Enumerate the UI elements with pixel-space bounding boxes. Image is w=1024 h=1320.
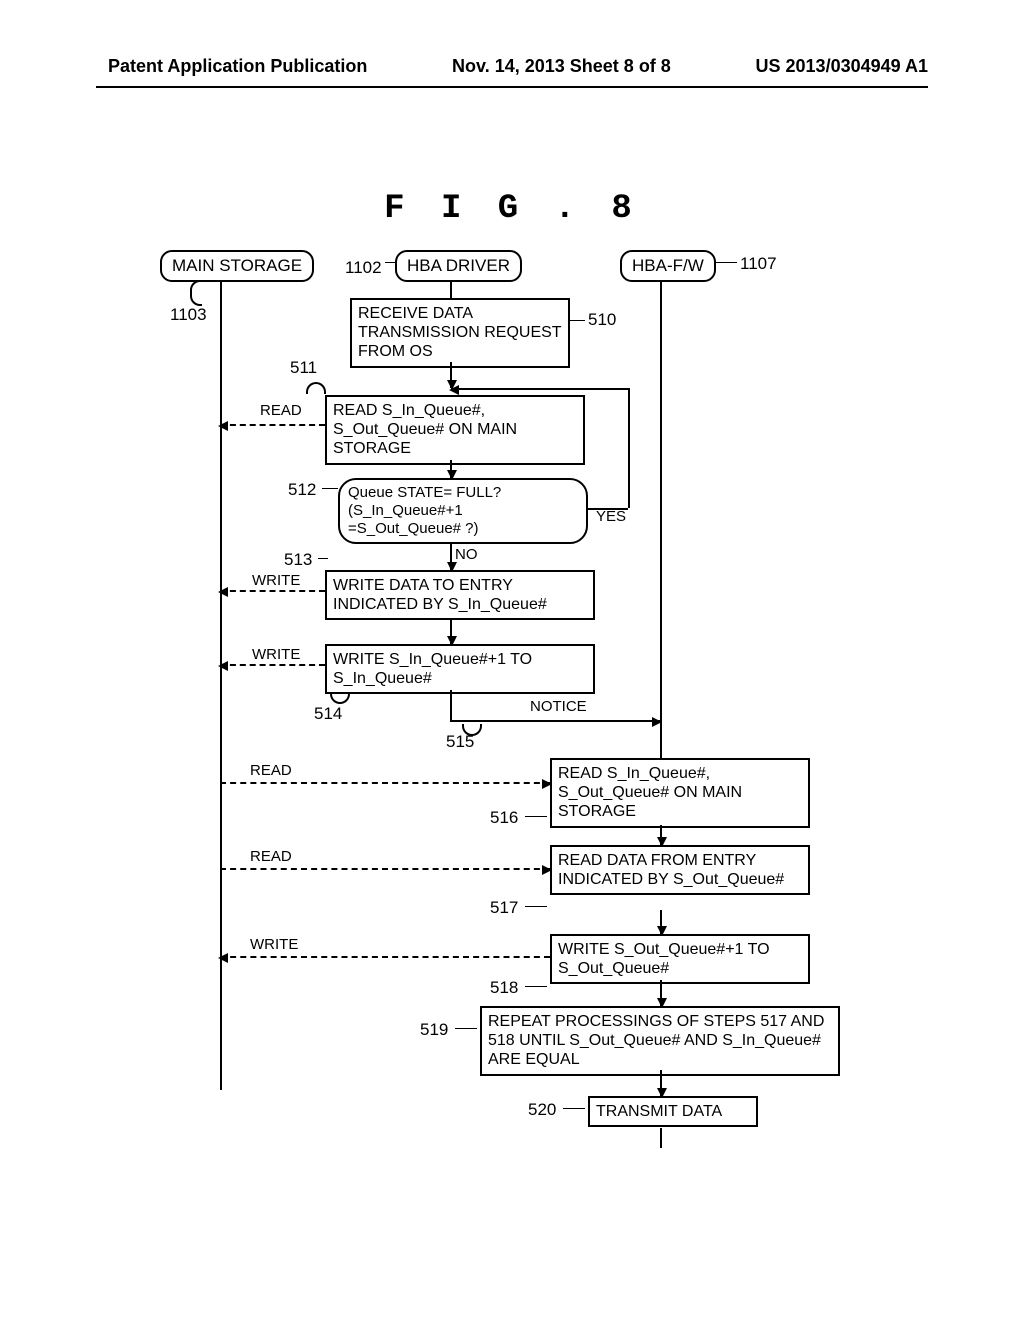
leader-519 (455, 1028, 477, 1029)
edge-513-514 (450, 618, 452, 644)
edge-512-yes-h (588, 508, 628, 510)
msg-516-read (220, 782, 550, 784)
op-513: WRITE (252, 572, 300, 589)
leader-513 (318, 558, 328, 559)
op-511: READ (260, 402, 302, 419)
leader-520 (563, 1108, 585, 1109)
lane-main-storage: MAIN STORAGE (160, 250, 314, 282)
edge-517-518 (660, 910, 662, 934)
ref-512: 512 (288, 480, 316, 500)
edge-514-515v (450, 690, 452, 720)
lifeline-hba-driver-top (450, 280, 452, 300)
header-left: Patent Application Publication (108, 56, 367, 77)
ref-517: 517 (490, 898, 518, 918)
msg-517-read (220, 868, 550, 870)
lbl-notice: NOTICE (530, 698, 587, 715)
step-512: Queue STATE= FULL? (S_In_Queue#+1 =S_Out… (338, 478, 588, 544)
page-header: Patent Application Publication Nov. 14, … (0, 56, 1024, 77)
ref-520: 520 (528, 1100, 556, 1120)
leader-516 (525, 816, 547, 817)
ref-510: 510 (588, 310, 616, 330)
ref-514: 514 (314, 704, 342, 724)
step-510: RECEIVE DATA TRANSMISSION REQUEST FROM O… (350, 298, 570, 368)
lbl-yes: YES (596, 508, 626, 525)
ref-516: 516 (490, 808, 518, 828)
op-516: READ (250, 762, 292, 779)
leader-1102 (385, 262, 397, 263)
msg-513-write (220, 590, 325, 592)
leader-518 (525, 986, 547, 987)
step-519: REPEAT PROCESSINGS OF STEPS 517 AND 518 … (480, 1006, 840, 1076)
lifeline-main-storage (220, 280, 222, 1090)
edge-511-512 (450, 460, 452, 478)
edge-520-end (660, 1128, 662, 1148)
lbl-no: NO (455, 546, 478, 563)
ref-511: 511 (290, 358, 317, 378)
msg-514-write (220, 664, 325, 666)
ref-518: 518 (490, 978, 518, 998)
ref-1102: 1102 (345, 258, 382, 278)
ref-1103: 1103 (170, 305, 207, 325)
header-center: Nov. 14, 2013 Sheet 8 of 8 (452, 56, 671, 77)
brace-1103 (190, 280, 202, 306)
ref-1107: 1107 (740, 254, 777, 274)
step-518: WRITE S_Out_Queue#+1 TO S_Out_Queue# (550, 934, 810, 984)
step-520: TRANSMIT DATA (588, 1096, 758, 1127)
leader-512 (322, 488, 338, 489)
ref-519: 519 (420, 1020, 448, 1040)
op-517: READ (250, 848, 292, 865)
brace-514 (330, 692, 350, 704)
edge-512-513 (450, 544, 452, 570)
msg-511-read (220, 424, 325, 426)
edge-512-yes-back (451, 388, 629, 390)
figure-title: F I G . 8 (0, 190, 1024, 228)
step-513: WRITE DATA TO ENTRY INDICATED BY S_In_Qu… (325, 570, 595, 620)
edge-519-520 (660, 1070, 662, 1096)
edge-512-yes-v (628, 388, 630, 508)
brace-511 (306, 382, 326, 394)
page: Patent Application Publication Nov. 14, … (0, 0, 1024, 1320)
header-rule (96, 86, 928, 88)
edge-516-517 (660, 825, 662, 845)
op-518: WRITE (250, 936, 298, 953)
op-514: WRITE (252, 646, 300, 663)
step-511: READ S_In_Queue#, S_Out_Queue# ON MAIN S… (325, 395, 585, 465)
edge-518-519 (660, 980, 662, 1006)
step-516: READ S_In_Queue#, S_Out_Queue# ON MAIN S… (550, 758, 810, 828)
msg-518-write (220, 956, 550, 958)
leader-1107 (715, 262, 737, 263)
flow-diagram: MAIN STORAGE HBA DRIVER HBA-F/W 1102 110… (150, 250, 890, 1240)
edge-515-notice (450, 720, 660, 722)
step-514: WRITE S_In_Queue#+1 TO S_In_Queue# (325, 644, 595, 694)
lane-hba-driver: HBA DRIVER (395, 250, 522, 282)
lane-hba-fw: HBA-F/W (620, 250, 716, 282)
step-517: READ DATA FROM ENTRY INDICATED BY S_Out_… (550, 845, 810, 895)
leader-510 (570, 320, 585, 321)
ref-513: 513 (284, 550, 312, 570)
leader-517 (525, 906, 547, 907)
header-right: US 2013/0304949 A1 (756, 56, 928, 77)
